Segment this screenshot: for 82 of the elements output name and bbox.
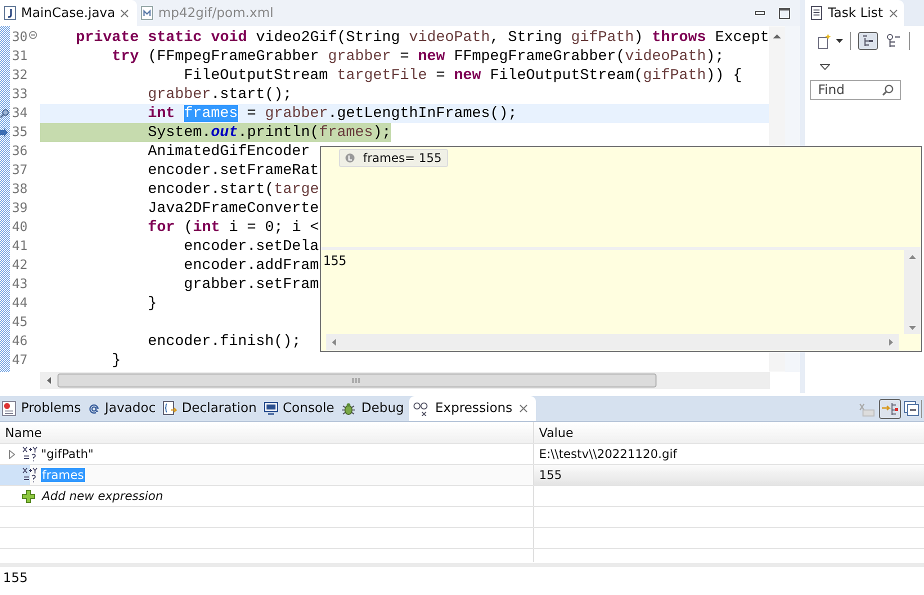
add-expression-link[interactable]: Add new expression (42, 489, 164, 503)
line-number: 33 (12, 87, 28, 102)
horizontal-scrollbar[interactable] (40, 372, 770, 389)
view-tab[interactable]: Problems (0, 396, 86, 421)
dropdown-icon[interactable] (836, 39, 843, 43)
problems-icon (2, 401, 16, 416)
code-line: private static void video2Gif(String videoPath, String gifPath) throws Except (74, 28, 770, 47)
find-field[interactable]: Find (810, 80, 901, 100)
expression-name: "gifPath" (41, 447, 94, 461)
list-icon (811, 6, 822, 20)
tree-icon[interactable] (886, 33, 902, 49)
view-tab[interactable]: Console (262, 396, 340, 421)
line-number: 41 (12, 239, 28, 254)
expression-value: 155 (539, 468, 562, 482)
close-icon[interactable] (519, 404, 528, 413)
value-text-area[interactable]: 155 (321, 250, 904, 334)
line-number: 43 (12, 277, 28, 292)
view-tab[interactable]: Debug (339, 396, 410, 421)
vertical-scrollbar[interactable] (904, 250, 921, 334)
line-number: 42 (12, 258, 28, 273)
line-number: 32 (12, 68, 28, 83)
code-line: encoder.addFram (182, 256, 319, 275)
code-line: Java2DFrameConverte (146, 199, 319, 218)
at-sign-icon (88, 402, 100, 414)
editor-tab[interactable]: MainCase.java (0, 0, 138, 26)
line-number: 39 (12, 201, 28, 216)
view-tab[interactable]: Javadoc (86, 396, 161, 421)
view-tab[interactable]: Declaration (160, 396, 262, 421)
line-number: 46 (12, 334, 28, 349)
plus-icon[interactable] (22, 490, 35, 502)
collapse-all-icon[interactable] (904, 401, 919, 416)
code-line: } (146, 294, 157, 313)
line-number: 47 (12, 353, 28, 368)
maximize-icon[interactable] (779, 8, 790, 18)
line-number: 37 (12, 163, 28, 178)
line-number: 44 (12, 296, 28, 311)
code-line: encoder.setFrameRat (146, 161, 319, 180)
variable-label: frames= 155 (363, 151, 442, 165)
magnifier-icon (0, 109, 9, 118)
line-number: 45 (12, 315, 28, 330)
variable-icon (345, 153, 355, 163)
expression-icon (22, 446, 38, 462)
file-icon (141, 6, 154, 20)
code-line: grabber.start(); (146, 85, 292, 104)
line-number: 36 (12, 144, 28, 159)
code-line: encoder.start(targe (146, 180, 319, 199)
code-line: } (110, 351, 121, 370)
expression-value: E:\\testv\\20221120.gif (539, 447, 678, 461)
monitor-icon (264, 402, 278, 415)
code-line: FileOutputStream targetFile = new FileOutputStream(gifPath)) { (182, 66, 742, 85)
view-menu-icon[interactable] (820, 64, 830, 70)
document-icon (162, 401, 177, 416)
line-number: 38 (12, 182, 28, 197)
minimize-icon[interactable] (755, 11, 765, 15)
new-task-icon[interactable] (817, 34, 831, 48)
close-icon[interactable] (120, 8, 130, 18)
column-header[interactable]: Value (534, 422, 574, 443)
view-tab[interactable]: Task List (805, 0, 904, 26)
close-icon[interactable] (888, 8, 898, 18)
code-line: AnimatedGifEncoder (146, 142, 310, 161)
collapse-icon[interactable] (28, 30, 37, 38)
bug-icon (341, 402, 356, 416)
code-line: encoder.finish(); (146, 332, 301, 351)
code-line: for (int i = 0; i < (146, 218, 319, 237)
code-line: encoder.setDela (182, 237, 319, 256)
tree-icon[interactable] (858, 32, 878, 50)
expression-icon (22, 467, 38, 483)
line-number: 31 (12, 49, 28, 64)
java-file-icon (4, 6, 16, 20)
line-number: 35 (12, 125, 28, 140)
detail-text: 155 (2, 570, 29, 588)
expand-icon[interactable] (9, 450, 15, 458)
line-number: 30 (12, 30, 28, 45)
arrow-icon (0, 128, 8, 137)
line-number: 40 (12, 220, 28, 235)
search-icon (882, 84, 894, 96)
line-number: 34 (12, 106, 28, 121)
view-tab[interactable]: Expressions (409, 396, 536, 421)
code-line: try (FFmpegFrameGrabber grabber = new FFmpegFrameGrabber(videoPath); (110, 47, 724, 66)
expression-icon (413, 402, 430, 416)
column-header[interactable]: Name (0, 422, 534, 443)
code-line: grabber.setFram (182, 275, 319, 294)
